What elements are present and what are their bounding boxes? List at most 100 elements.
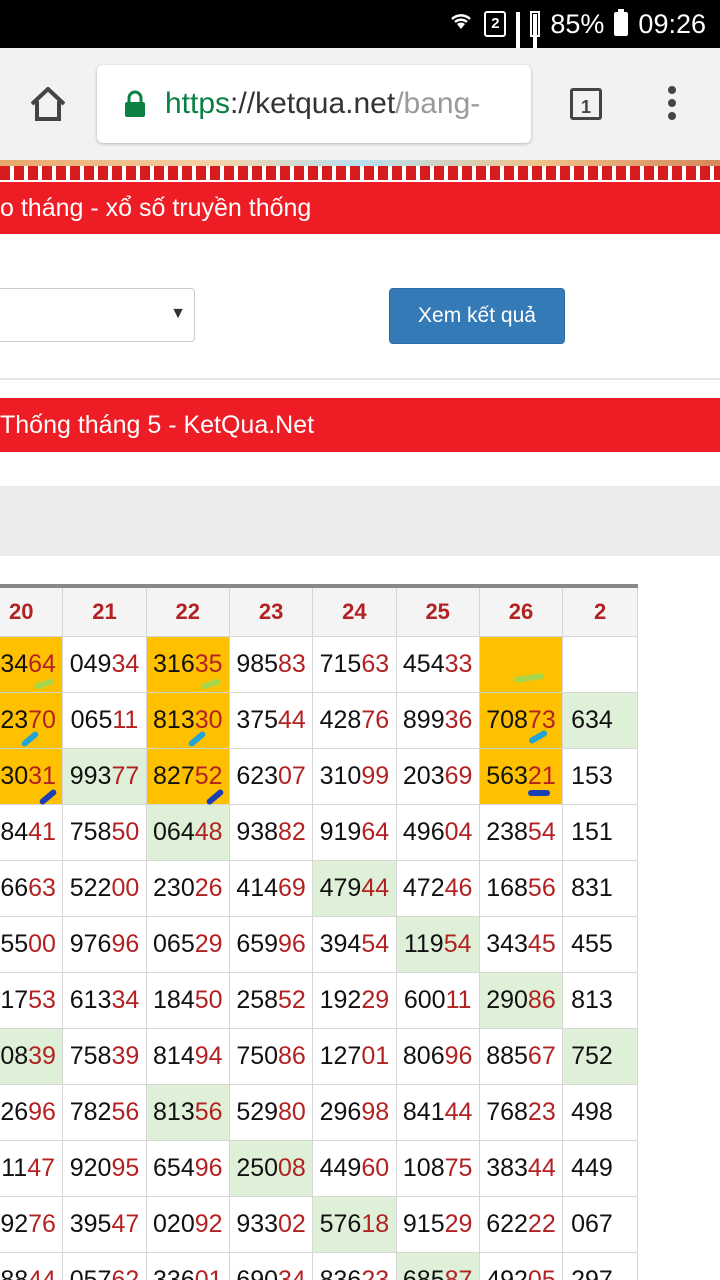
result-cell[interactable]: 06448 — [145, 803, 230, 861]
result-cell[interactable]: 92095 — [62, 1139, 147, 1197]
result-cell[interactable]: 76823 — [478, 1083, 564, 1141]
result-cell[interactable]: 83623 — [312, 1251, 397, 1280]
result-cell[interactable]: 75086 — [228, 1027, 314, 1085]
result-cell[interactable]: 04934 — [62, 635, 147, 693]
overflow-menu-icon[interactable] — [668, 86, 678, 124]
result-cell[interactable]: 48441 — [0, 803, 64, 861]
result-cell[interactable]: 10875 — [395, 1139, 480, 1197]
result-cell[interactable]: 57618 — [312, 1195, 397, 1253]
result-cell[interactable]: 61334 — [62, 971, 147, 1029]
view-results-button[interactable]: Xem kết quả — [389, 288, 565, 344]
result-cell[interactable]: 10839 — [0, 1027, 64, 1085]
result-cell[interactable]: 62307 — [228, 747, 314, 805]
result-cell[interactable]: 91529 — [395, 1195, 480, 1253]
result-cell[interactable]: 19229 — [312, 971, 397, 1029]
result-cell[interactable]: 61753 — [0, 971, 64, 1029]
result-cell[interactable]: 69034 — [228, 1251, 314, 1280]
result-cell[interactable]: 62222 — [478, 1195, 564, 1253]
result-cell[interactable]: 68587 — [395, 1251, 480, 1280]
result-cell[interactable]: 31099 — [312, 747, 397, 805]
result-cell[interactable]: 18450 — [145, 971, 230, 1029]
result-cell[interactable]: 02092 — [145, 1195, 230, 1253]
result-cell[interactable]: 75839 — [62, 1027, 147, 1085]
result-cell[interactable]: 97696 — [62, 915, 147, 973]
result-cell[interactable]: 752 — [562, 1027, 638, 1085]
result-cell[interactable]: 47246 — [395, 859, 480, 917]
result-cell[interactable]: 05762 — [62, 1251, 147, 1280]
result-cell[interactable]: 498 — [562, 1083, 638, 1141]
result-cell[interactable]: 52980 — [228, 1083, 314, 1141]
result-cell[interactable]: 75850 — [62, 803, 147, 861]
result-cell[interactable]: 47944 — [312, 859, 397, 917]
result-cell[interactable]: 98583 — [228, 635, 314, 693]
address-bar[interactable]: https://ketqua.net/bang- — [97, 65, 531, 143]
result-cell[interactable]: 93882 — [228, 803, 314, 861]
result-cell[interactable]: 49205 — [478, 1251, 564, 1280]
result-cell[interactable] — [478, 635, 564, 693]
result-cell[interactable]: 067 — [562, 1195, 638, 1253]
result-cell[interactable]: 29698 — [312, 1083, 397, 1141]
result-cell[interactable]: 91964 — [312, 803, 397, 861]
result-cell[interactable]: 37544 — [228, 691, 314, 749]
result-cell[interactable]: 23854 — [478, 803, 564, 861]
result-cell[interactable]: 34345 — [478, 915, 564, 973]
result-cell[interactable]: 82752 — [145, 747, 230, 806]
result-cell[interactable]: 84144 — [395, 1083, 480, 1141]
result-cell[interactable]: 43464 — [0, 635, 64, 693]
result-cell[interactable]: 60011 — [395, 971, 480, 1029]
result-cell[interactable]: 25852 — [228, 971, 314, 1029]
result-cell[interactable]: 81356 — [145, 1083, 230, 1141]
result-cell[interactable]: 25008 — [228, 1139, 314, 1197]
result-cell[interactable]: 12701 — [312, 1027, 397, 1085]
result-cell[interactable]: 81330 — [145, 691, 230, 749]
result-cell[interactable]: 52200 — [62, 859, 147, 917]
result-cell[interactable]: 153 — [562, 747, 638, 805]
result-cell[interactable]: 29086 — [478, 971, 564, 1029]
result-cell[interactable]: 06529 — [145, 915, 230, 973]
result-cell[interactable]: 09276 — [0, 1195, 64, 1253]
result-cell[interactable]: 32370 — [0, 691, 64, 749]
result-cell[interactable]: 33601 — [145, 1251, 230, 1280]
result-cell[interactable]: 71147 — [0, 1139, 64, 1197]
result-cell[interactable]: 31635 — [145, 635, 230, 693]
result-cell[interactable]: 42876 — [312, 691, 397, 749]
result-cell[interactable]: 11954 — [395, 915, 480, 973]
result-cell[interactable]: 297 — [562, 1251, 638, 1280]
result-cell[interactable]: 71563 — [312, 635, 397, 693]
result-cell[interactable]: 56321 — [478, 747, 564, 805]
results-table-container[interactable]: 202122232425262 2 43464 04934 31635 98583 715… — [0, 584, 720, 1280]
result-cell[interactable]: 88567 — [478, 1027, 564, 1085]
result-cell[interactable]: 99377 — [62, 747, 147, 805]
result-cell[interactable]: 41469 — [228, 859, 314, 917]
result-cell[interactable]: 20369 — [395, 747, 480, 805]
result-cell[interactable]: 23026 — [145, 859, 230, 917]
result-cell[interactable]: 38344 — [478, 1139, 564, 1197]
result-cell[interactable]: 18844 — [0, 1251, 64, 1280]
result-cell[interactable]: 65996 — [228, 915, 314, 973]
result-cell[interactable]: 70873 — [478, 691, 564, 749]
result-cell[interactable]: 43031 — [0, 747, 64, 806]
result-cell[interactable]: 65496 — [145, 1139, 230, 1197]
result-cell[interactable]: 45433 — [395, 635, 480, 693]
result-cell[interactable]: 449 — [562, 1139, 638, 1197]
result-cell[interactable]: 831 — [562, 859, 638, 917]
result-cell[interactable]: 634 — [562, 691, 638, 749]
result-cell[interactable]: 44960 — [312, 1139, 397, 1197]
tab-switcher-button[interactable]: 1 — [570, 88, 602, 120]
result-cell[interactable]: 42696 — [0, 1083, 64, 1141]
month-select[interactable]: ▼ — [0, 288, 195, 342]
result-cell[interactable]: 151 — [562, 803, 638, 861]
result-cell[interactable]: 39454 — [312, 915, 397, 973]
result-cell[interactable]: 80696 — [395, 1027, 480, 1085]
result-cell[interactable]: 93302 — [228, 1195, 314, 1253]
result-cell[interactable]: 49604 — [395, 803, 480, 861]
result-cell[interactable]: 16856 — [478, 859, 564, 917]
result-cell[interactable]: 89936 — [395, 691, 480, 749]
result-cell[interactable]: 78256 — [62, 1083, 147, 1141]
result-cell[interactable]: 813 — [562, 971, 638, 1029]
result-cell[interactable]: 76663 — [0, 859, 64, 917]
result-cell[interactable]: 39547 — [62, 1195, 147, 1253]
result-cell[interactable]: 81494 — [145, 1027, 230, 1085]
result-cell[interactable] — [562, 635, 638, 693]
home-icon[interactable] — [26, 82, 70, 126]
